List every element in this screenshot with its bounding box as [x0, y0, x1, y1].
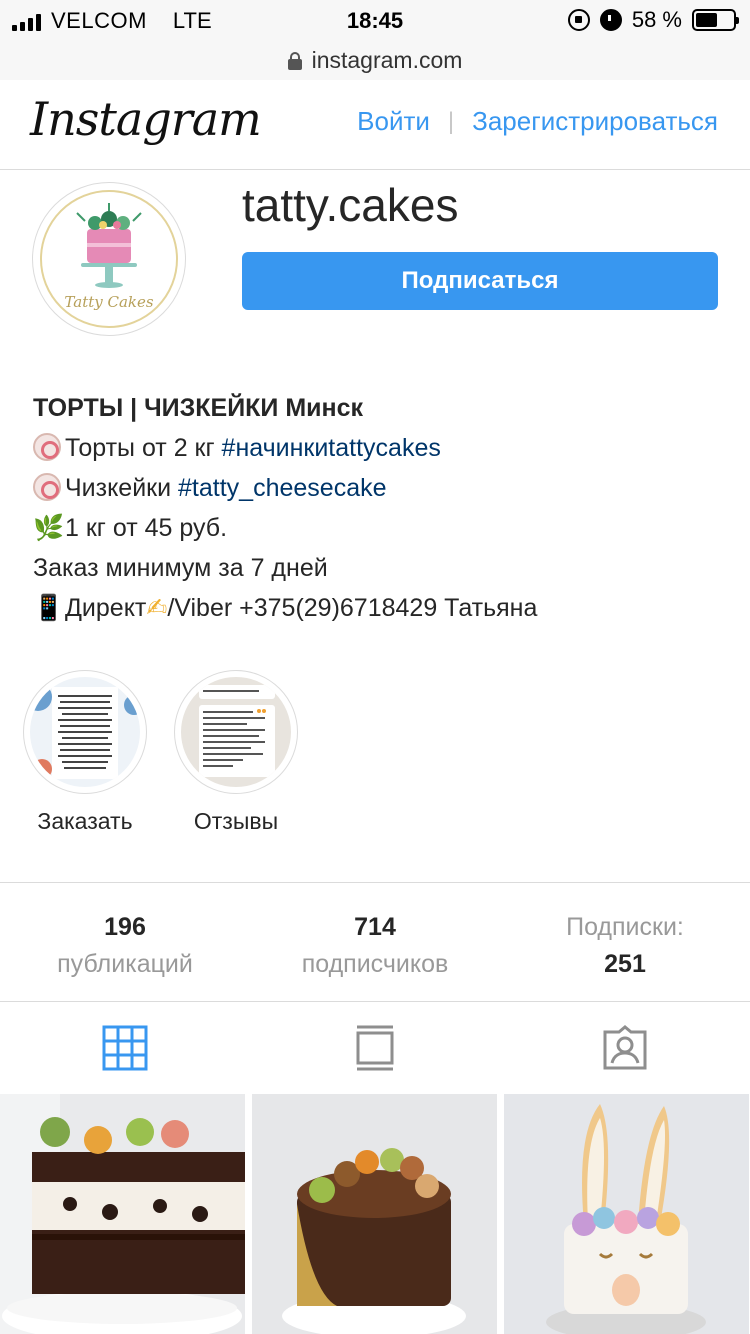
rotation-lock-icon	[567, 9, 590, 31]
highlight-ring[interactable]	[23, 670, 147, 794]
bio-text: Торты от 2 кг	[65, 434, 222, 462]
tagged-icon	[603, 1025, 647, 1070]
tab-feed[interactable]	[250, 1002, 500, 1094]
followers-count: 714	[354, 913, 396, 941]
stat-posts: 196 публикаций	[0, 883, 250, 1001]
url-text[interactable]: instagram.com	[312, 47, 463, 74]
profile-bio: ТОРТЫ | ЧИЗКЕЙКИ Минск Торты от 2 кг #на…	[33, 388, 733, 628]
login-link[interactable]: Войти	[357, 106, 430, 137]
posts-label: публикаций	[57, 950, 193, 978]
stat-following[interactable]: Подписки: 251	[500, 883, 750, 1001]
roll-cake-icon	[33, 433, 61, 461]
instagram-logo[interactable]: Instagram	[30, 92, 262, 146]
avatar-brand-text: Tatty Cakes	[64, 293, 153, 311]
writing-hand-icon: ✍	[146, 594, 168, 622]
cake-logo-image: Tatty Cakes	[40, 190, 178, 328]
bio-text: Директ	[65, 594, 147, 622]
profile-stats: 196 публикаций 714 подписчиков Подписки:…	[0, 882, 750, 1002]
bio-text: /Viber +375(29)6718429 Татьяна	[167, 594, 538, 622]
post-thumbnail[interactable]	[252, 1094, 497, 1334]
profile-avatar[interactable]: Tatty Cakes	[32, 182, 186, 336]
hashtag-link[interactable]: #начинкиtattycakes	[222, 434, 441, 462]
following-label: Подписки:	[566, 913, 684, 941]
posts-count: 196	[104, 913, 146, 941]
tab-tagged[interactable]	[500, 1002, 750, 1094]
bio-name: ТОРТЫ | ЧИЗКЕЙКИ Минск	[33, 394, 364, 422]
stat-followers[interactable]: 714 подписчиков	[250, 883, 500, 1001]
followers-label: подписчиков	[301, 950, 449, 978]
following-count: 251	[604, 950, 646, 978]
status-right: 58 %	[567, 7, 739, 33]
roll-cake-icon	[33, 473, 61, 501]
battery-percent: 58 %	[631, 7, 682, 32]
bio-line-cakes: Торты от 2 кг #начинкиtattycakes	[33, 428, 733, 468]
bio-text: 1 кг от 45 руб.	[65, 514, 228, 542]
posts-grid	[0, 1094, 750, 1334]
bio-text: Чизкейки	[65, 474, 179, 502]
site-header: Instagram Войти | Зарегистрироваться	[0, 80, 750, 170]
battery-icon	[692, 9, 739, 31]
tab-grid[interactable]	[0, 1002, 250, 1094]
bio-line-order: Заказ минимум за 7 дней	[33, 554, 328, 582]
status-bar: VELCOM LTE 18:45 58 %	[0, 0, 750, 40]
follow-button[interactable]: Подписаться	[242, 252, 718, 310]
auth-separator: |	[447, 107, 455, 135]
bio-line-contact: 📱Директ✍/Viber +375(29)6718429 Татьяна	[33, 588, 733, 628]
address-bar[interactable]: instagram.com	[0, 40, 750, 80]
bio-line-cheesecakes: Чизкейки #tatty_cheesecake	[33, 468, 733, 508]
signup-link[interactable]: Зарегистрироваться	[472, 106, 718, 137]
herb-icon: 🌿	[33, 514, 65, 542]
post-thumbnail[interactable]	[0, 1094, 245, 1334]
feed-icon	[356, 1025, 394, 1071]
highlight-ring[interactable]	[174, 670, 298, 794]
highlight-reviews-image	[181, 677, 291, 787]
highlight-order-image	[30, 677, 140, 787]
hashtag-link[interactable]: #tatty_cheesecake	[178, 474, 386, 502]
phone-icon: 📱	[33, 594, 65, 622]
profile-tabs	[0, 1002, 750, 1094]
highlight-order[interactable]: Заказать	[23, 670, 147, 834]
grid-icon	[102, 1025, 148, 1071]
profile-username: tatty.cakes	[242, 179, 459, 231]
bio-line-price: 🌿1 кг от 45 руб.	[33, 508, 733, 548]
highlight-label[interactable]: Отзывы	[144, 808, 328, 835]
auth-links: Войти | Зарегистрироваться	[357, 106, 718, 137]
highlight-reviews[interactable]: Отзывы	[174, 670, 298, 834]
lock-icon	[287, 52, 302, 70]
post-thumbnail[interactable]	[504, 1094, 749, 1334]
alarm-icon	[599, 9, 622, 31]
